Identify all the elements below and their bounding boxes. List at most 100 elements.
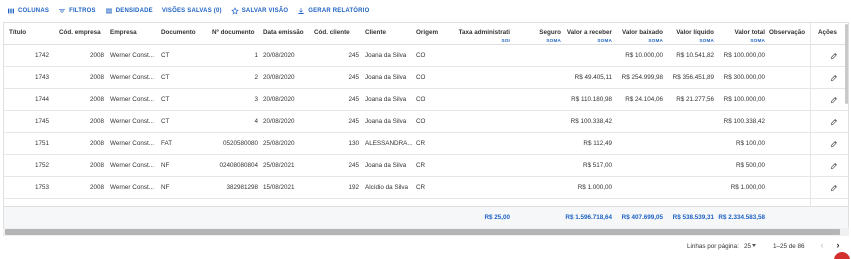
table-row[interactable]: 1744 2008 Werner Const... CT 3 20/08/2020 245 J… bbox=[4, 89, 848, 111]
col-header-cod-empresa[interactable]: Cód. empresa bbox=[59, 23, 109, 45]
cell-titulo: 1743 bbox=[34, 74, 49, 81]
cell-empresa: Werner Const... bbox=[110, 118, 154, 125]
density-button[interactable]: DENSIDADE bbox=[105, 7, 153, 15]
cell-valor-receber bbox=[562, 45, 612, 67]
chevron-right-icon[interactable]: › bbox=[833, 240, 843, 250]
cell-origem: CR bbox=[416, 162, 426, 169]
cell-documento: NF bbox=[161, 184, 170, 191]
col-header-valor-liquido-label: Valor líquido bbox=[676, 29, 714, 36]
cell-n-documento: 382981298 bbox=[226, 184, 258, 191]
rows-per-page-select[interactable]: 25 bbox=[744, 243, 751, 250]
cell-taxa bbox=[457, 133, 510, 155]
pagination-footer: Linhas por página: 25 1–25 de 86 ‹ › bbox=[0, 237, 851, 259]
pencil-icon[interactable] bbox=[830, 52, 838, 60]
cell-titulo: 1753 bbox=[34, 184, 49, 191]
col-header-data-emissao[interactable]: Data emissão bbox=[263, 23, 313, 45]
col-header-documento-label: Documento bbox=[161, 29, 196, 36]
cell-titulo: 1742 bbox=[34, 52, 49, 59]
col-header-valor-receber-label: Valor a receber bbox=[566, 29, 612, 36]
col-header-titulo[interactable]: Título bbox=[9, 23, 49, 45]
saved-views-button[interactable]: VISÕES SALVAS (0) bbox=[162, 8, 222, 14]
cell-empresa: Werner Const... bbox=[110, 96, 154, 103]
cell-seguro bbox=[511, 45, 561, 67]
cell-valor-receber: R$ 100.338,42 bbox=[570, 118, 612, 125]
columns-button[interactable]: COLUNAS bbox=[7, 7, 49, 15]
col-header-cliente[interactable]: Cliente bbox=[365, 23, 415, 45]
pencil-icon[interactable] bbox=[830, 184, 838, 192]
cell-cod-cliente: 245 bbox=[348, 118, 359, 125]
cell-cliente: Alcídio da Silva bbox=[365, 184, 409, 191]
grid-toolbar: COLUNAS FILTROS DENSIDADE VISÕES SALVAS … bbox=[0, 0, 851, 22]
cell-cod-cliente: 245 bbox=[348, 96, 359, 103]
cell-valor-receber: R$ 1.000,00 bbox=[577, 184, 612, 191]
col-header-valor-baixado-sum: SOMA bbox=[648, 38, 663, 43]
cell-valor-total: R$ 100.000,00 bbox=[723, 52, 765, 59]
cell-documento: CT bbox=[161, 96, 170, 103]
generate-report-button[interactable]: GERAR RELATÓRIO bbox=[297, 7, 369, 15]
col-header-origem[interactable]: Origem bbox=[416, 23, 456, 45]
pagination-range: 1–25 de 86 bbox=[773, 243, 805, 250]
horizontal-scrollbar-thumb[interactable] bbox=[5, 229, 840, 235]
col-header-valor-baixado[interactable]: Valor baixado SOMA bbox=[613, 23, 663, 45]
col-header-valor-liquido-sum: SOMA bbox=[699, 38, 714, 43]
total-valor-baixado: R$ 407.699,05 bbox=[621, 214, 663, 221]
cell-n-documento: 4 bbox=[254, 118, 258, 125]
col-header-cod-empresa-label: Cód. empresa bbox=[59, 29, 101, 36]
cell-valor-baixado bbox=[613, 111, 663, 133]
download-icon bbox=[298, 8, 304, 14]
col-header-valor-liquido[interactable]: Valor líquido SOMA bbox=[664, 23, 714, 45]
pencil-icon[interactable] bbox=[830, 162, 838, 170]
total-valor-receber: R$ 1.596.718,64 bbox=[565, 214, 612, 221]
cell-seguro bbox=[511, 111, 561, 133]
cell-valor-liquido bbox=[664, 177, 714, 199]
col-header-titulo-label: Título bbox=[9, 29, 27, 36]
cell-n-documento: 02408080804 bbox=[219, 162, 258, 169]
pencil-icon[interactable] bbox=[830, 140, 838, 148]
table-row[interactable]: 1751 2008 Werner Const... FAT 0520580080 25/0… bbox=[4, 133, 848, 155]
col-header-observacao-label: Observação bbox=[769, 29, 806, 36]
generate-report-button-label: GERAR RELATÓRIO bbox=[308, 8, 370, 14]
cell-valor-liquido: R$ 356.451,89 bbox=[672, 74, 714, 81]
col-header-acoes[interactable]: Ações bbox=[814, 23, 844, 45]
col-header-valor-receber[interactable]: Valor a receber SOMA bbox=[562, 23, 612, 45]
cell-cod-empresa: 2008 bbox=[89, 184, 104, 191]
col-header-n-documento[interactable]: Nº documento bbox=[212, 23, 262, 45]
col-header-observacao[interactable]: Observação bbox=[769, 23, 809, 45]
rows-per-page-label: Linhas por página: bbox=[687, 243, 739, 250]
col-header-documento[interactable]: Documento bbox=[161, 23, 211, 45]
table-row[interactable]: 1753 2008 Werner Const... NF 382981298 15/08/… bbox=[4, 177, 848, 199]
cell-origem: CR bbox=[416, 184, 426, 191]
cell-taxa bbox=[457, 89, 510, 111]
vertical-scrollbar[interactable] bbox=[845, 24, 848, 104]
chevron-down-icon[interactable] bbox=[752, 244, 756, 247]
pencil-icon[interactable] bbox=[830, 74, 838, 82]
cell-taxa bbox=[457, 45, 510, 67]
col-header-cod-cliente[interactable]: Cód. cliente bbox=[314, 23, 364, 45]
cell-valor-total: R$ 100.000,00 bbox=[723, 96, 765, 103]
chevron-left-icon[interactable]: ‹ bbox=[817, 240, 827, 250]
cell-titulo: 1744 bbox=[34, 96, 49, 103]
table-row[interactable]: 1742 2008 Werner Const... CT 1 20/08/2020 245 J… bbox=[4, 45, 848, 67]
col-header-taxa-administrativa[interactable]: Taxa administrati SOI bbox=[457, 23, 510, 45]
col-header-empresa[interactable]: Empresa bbox=[110, 23, 160, 45]
cell-empresa: Werner Const... bbox=[110, 74, 154, 81]
cell-seguro bbox=[511, 89, 561, 111]
filters-button[interactable]: FILTROS bbox=[58, 7, 96, 15]
pencil-icon[interactable] bbox=[830, 118, 838, 126]
table-row[interactable]: 1752 2008 Werner Const... NF 02408080804 25/0… bbox=[4, 155, 848, 177]
table-row[interactable]: 1745 2008 Werner Const... CT 4 20/08/2020 245 J… bbox=[4, 111, 848, 133]
col-header-valor-total[interactable]: Valor total SOMA bbox=[715, 23, 765, 45]
col-header-seguro[interactable]: Seguro SOMA bbox=[511, 23, 561, 45]
total-valor-total: R$ 2.334.583,58 bbox=[718, 214, 765, 221]
save-view-button[interactable]: SALVAR VISÃO bbox=[230, 7, 289, 15]
columns-button-label: COLUNAS bbox=[18, 8, 50, 14]
cell-valor-receber: R$ 112,49 bbox=[583, 140, 612, 147]
cell-empresa: Werner Const... bbox=[110, 52, 154, 59]
cell-n-documento: 2 bbox=[254, 74, 258, 81]
pencil-icon[interactable] bbox=[830, 96, 838, 104]
cell-documento: CT bbox=[161, 52, 170, 59]
table-row[interactable]: 1743 2008 Werner Const... CT 2 20/08/2020 245 J… bbox=[4, 67, 848, 89]
filter-icon bbox=[59, 9, 66, 13]
col-header-empresa-label: Empresa bbox=[110, 29, 137, 36]
col-header-taxa-sum: SOI bbox=[501, 38, 510, 43]
